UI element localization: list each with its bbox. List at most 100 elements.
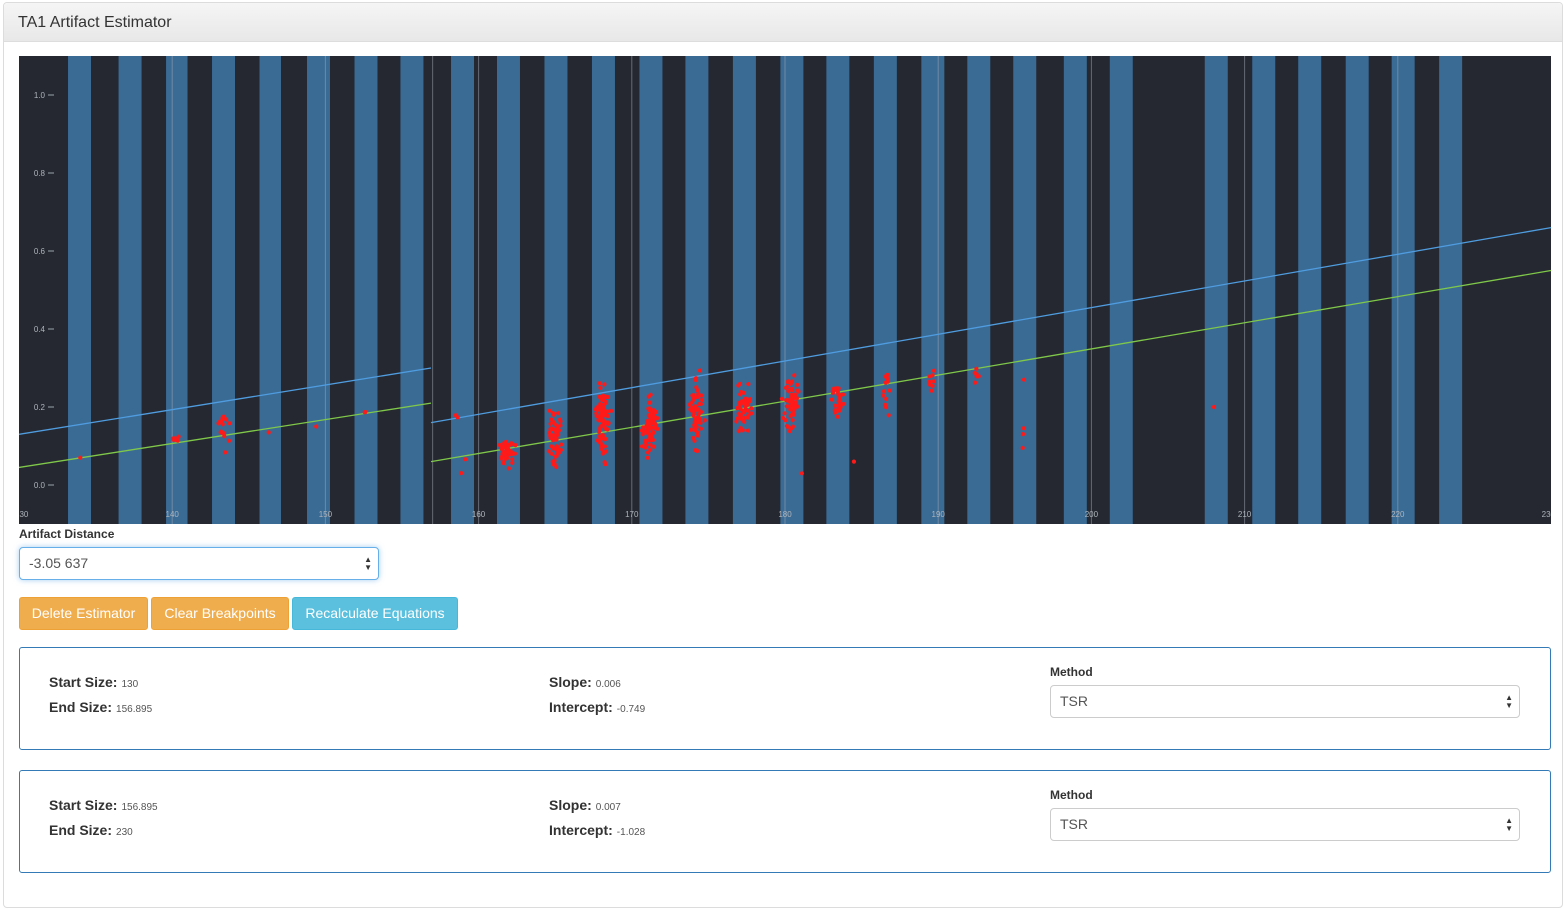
data-point xyxy=(602,460,607,465)
data-point xyxy=(929,388,934,393)
data-point xyxy=(550,410,555,416)
data-point xyxy=(602,412,607,417)
data-point xyxy=(789,425,794,431)
data-point xyxy=(603,399,608,404)
data-point xyxy=(698,426,704,431)
data-point xyxy=(972,370,977,376)
data-point xyxy=(644,442,649,448)
data-point xyxy=(782,411,787,416)
data-point xyxy=(838,398,843,403)
data-point xyxy=(692,411,697,416)
data-point xyxy=(645,450,651,455)
data-point xyxy=(930,383,935,388)
artifact-distance-select[interactable]: -3.05 637 ▲ ▼ xyxy=(19,547,379,580)
data-point xyxy=(648,419,654,424)
data-point xyxy=(649,410,654,416)
y-tick-label: 0.6 xyxy=(34,247,46,256)
data-point xyxy=(609,408,614,413)
bin-band xyxy=(1252,56,1276,524)
data-point xyxy=(217,419,222,424)
artifact-distance-value: -3.05 637 xyxy=(29,555,89,571)
x-tick-label: 230 xyxy=(1542,510,1551,519)
data-point xyxy=(785,380,790,385)
data-point xyxy=(599,407,604,412)
data-point xyxy=(698,401,704,407)
data-point xyxy=(841,401,846,407)
data-point xyxy=(459,471,464,476)
bin-band xyxy=(685,56,709,524)
data-point xyxy=(499,456,504,461)
data-point xyxy=(697,419,702,425)
data-point xyxy=(223,450,228,455)
panel-title: TA1 Artifact Estimator xyxy=(18,14,172,31)
delete-estimator-button[interactable]: Delete Estimator xyxy=(19,597,148,630)
recalculate-equations-button[interactable]: Recalculate Equations xyxy=(292,597,458,630)
data-point xyxy=(688,427,694,432)
y-tick-label: 0.0 xyxy=(34,481,46,490)
method-select[interactable]: TSR ▲ ▼ xyxy=(1050,808,1520,841)
data-point xyxy=(648,433,653,439)
data-point xyxy=(784,404,789,409)
data-point xyxy=(647,400,653,405)
bin-band xyxy=(68,56,92,524)
data-point xyxy=(795,388,800,393)
data-point xyxy=(692,422,697,428)
data-point xyxy=(593,407,598,412)
method-select[interactable]: TSR ▲ ▼ xyxy=(1050,685,1520,718)
artifact-plot[interactable]: 0.0 0.2 0.4 0.6 0.8 1.0 130 140 150 160 170 180 190 2… xyxy=(19,56,1551,524)
bin-band xyxy=(826,56,850,524)
bin-band xyxy=(1063,56,1087,524)
data-point xyxy=(503,456,508,461)
data-point xyxy=(510,457,515,462)
data-point xyxy=(745,428,751,433)
bin-band xyxy=(451,56,475,524)
select-arrows-icon: ▲ ▼ xyxy=(364,554,372,572)
data-point xyxy=(738,425,743,431)
data-point xyxy=(696,433,701,438)
x-tick-label: 180 xyxy=(778,510,792,519)
data-point xyxy=(746,413,751,418)
data-point xyxy=(512,451,518,456)
data-point xyxy=(972,380,978,385)
data-point xyxy=(693,376,699,381)
data-point xyxy=(500,444,505,449)
clear-breakpoints-button[interactable]: Clear Breakpoints xyxy=(151,597,289,630)
data-point xyxy=(786,389,791,394)
bin-band xyxy=(307,56,330,524)
bin-band xyxy=(732,56,756,524)
bin-band xyxy=(1391,56,1415,524)
data-point xyxy=(648,406,653,411)
data-point xyxy=(746,381,751,387)
data-point xyxy=(553,429,559,434)
data-point xyxy=(787,399,792,404)
end-size-value: 156.895 xyxy=(116,704,153,715)
select-arrows-icon: ▲ ▼ xyxy=(1505,815,1513,833)
data-point xyxy=(788,413,793,419)
data-point xyxy=(881,389,887,394)
data-point xyxy=(227,421,232,426)
data-point xyxy=(788,407,793,412)
segment-card-1: Start Size: 130 End Size: 156.895 Slope: 0.… xyxy=(19,647,1551,750)
slope-value: 0.006 xyxy=(595,679,621,690)
data-point xyxy=(601,421,607,426)
data-point xyxy=(1211,404,1217,410)
data-point xyxy=(78,455,83,460)
data-point xyxy=(799,471,804,476)
data-point xyxy=(513,443,518,448)
data-point xyxy=(1020,445,1025,451)
method-label: Method xyxy=(1050,788,1093,802)
data-point xyxy=(792,373,797,378)
plot-canvas[interactable]: 0.0 0.2 0.4 0.6 0.8 1.0 130 140 150 160 170 180 190 2… xyxy=(19,56,1551,524)
data-point xyxy=(736,411,741,416)
bin-band xyxy=(212,56,236,524)
data-point xyxy=(885,376,890,381)
data-point xyxy=(695,448,700,454)
data-point xyxy=(266,430,271,435)
y-tick-label: 1.0 xyxy=(34,91,46,100)
data-point xyxy=(829,397,834,402)
data-point xyxy=(745,402,750,407)
intercept: Intercept: -1.028 xyxy=(549,822,646,838)
method-value: TSR xyxy=(1060,816,1088,832)
data-point xyxy=(737,381,743,387)
data-point xyxy=(693,428,698,433)
